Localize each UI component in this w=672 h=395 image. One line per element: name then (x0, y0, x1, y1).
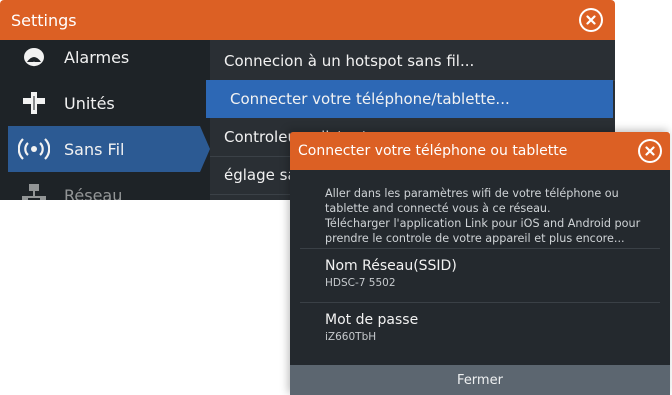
units-ruler-icon (18, 88, 50, 118)
dialog-footer: Fermer (290, 365, 670, 395)
close-circle-icon (581, 10, 601, 30)
wireless-icon (18, 134, 50, 164)
alarm-bell-icon (18, 42, 50, 72)
sidebar-item-sans-fil[interactable]: Sans Fil (8, 126, 210, 172)
sidebar-item-label: Unités (64, 93, 115, 113)
menu-item-label: Connecion à un hotspot sans fil... (224, 52, 475, 70)
connect-phone-dialog: Connecter votre téléphone ou tablette Al… (290, 132, 670, 395)
dialog-close-button[interactable] (638, 139, 662, 163)
description-line: tablette and connecté vous à ce réseau. (325, 202, 551, 215)
close-dialog-button[interactable]: Fermer (290, 365, 670, 395)
settings-sidebar: Alarmes Unités Sans Fil Réseau (0, 40, 210, 200)
dialog-body: Aller dans les paramètres wifi de votre … (290, 170, 670, 365)
sidebar-item-alarmes[interactable]: Alarmes (0, 34, 200, 80)
sidebar-item-label: Réseau (64, 185, 123, 201)
password-label: Mot de passe (325, 312, 419, 328)
divider (300, 302, 660, 303)
description-line: Télécharger l'application Link pour iOS … (325, 217, 641, 230)
sidebar-item-unites[interactable]: Unités (0, 80, 200, 126)
dialog-titlebar: Connecter votre téléphone ou tablette (290, 132, 670, 170)
dialog-title: Connecter votre téléphone ou tablette (298, 143, 568, 159)
settings-title: Settings (11, 11, 77, 30)
description-line: Aller dans les paramètres wifi de votre … (325, 187, 619, 200)
sidebar-item-reseau[interactable]: Réseau (0, 172, 200, 200)
network-name-label: Nom Réseau(SSID) (325, 258, 457, 274)
menu-item-connect-phone[interactable]: Connecter votre téléphone/tablette... (206, 80, 613, 118)
close-circle-icon (640, 141, 660, 161)
dialog-description: Aller dans les paramètres wifi de votre … (325, 186, 655, 246)
divider (300, 248, 660, 249)
network-name-value: HDSC-7 5502 (325, 277, 396, 289)
description-line: prendre le controle de votre appareil et… (325, 232, 625, 245)
network-icon (18, 180, 50, 200)
sidebar-item-label: Alarmes (64, 47, 130, 67)
sidebar-item-label: Sans Fil (64, 139, 125, 159)
password-value: iZ660TbH (325, 331, 377, 343)
settings-close-button[interactable] (579, 8, 603, 32)
menu-item-label: Connecter votre téléphone/tablette... (230, 90, 510, 108)
menu-item-hotspot[interactable]: Connecion à un hotspot sans fil... (210, 42, 615, 81)
